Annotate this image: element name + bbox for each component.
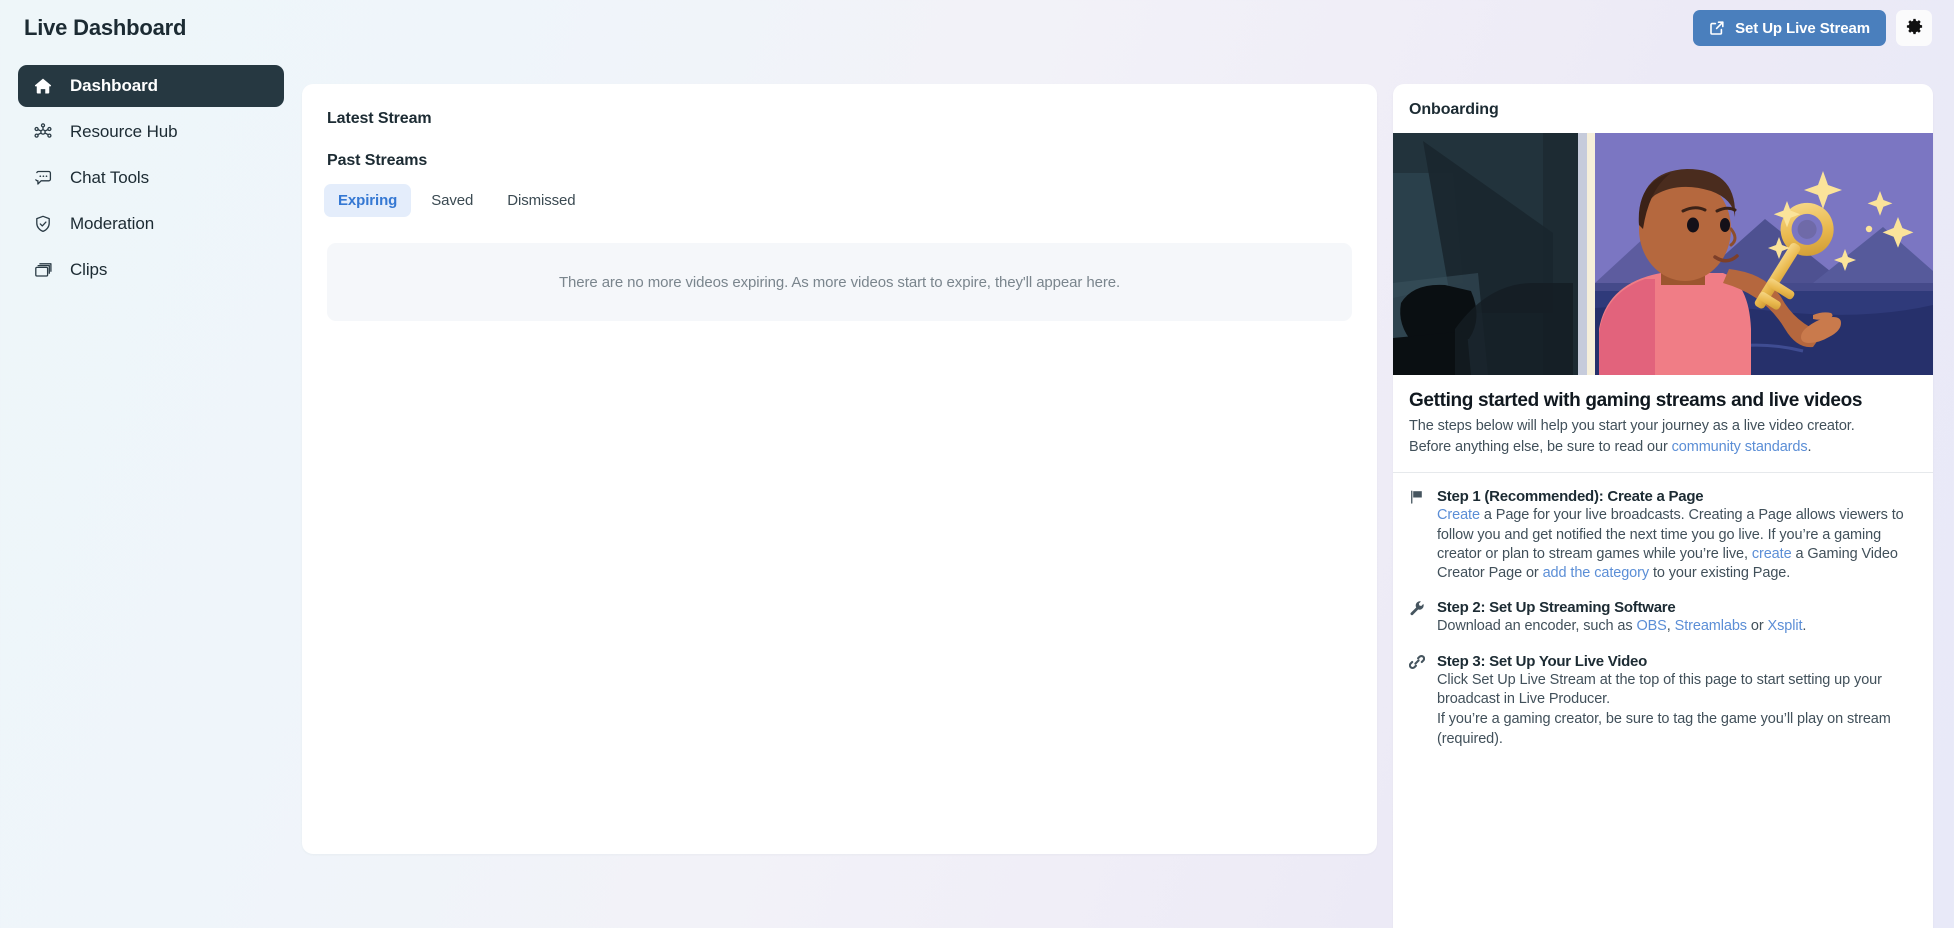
past-streams-heading: Past Streams (327, 152, 428, 169)
sidebar-item-label: Moderation (70, 214, 155, 233)
tab-dismissed[interactable]: Dismissed (493, 184, 589, 217)
tab-expiring[interactable]: Expiring (324, 184, 412, 217)
onboarding-panel-title: Onboarding (1409, 101, 1499, 118)
community-standards-link[interactable]: community standards (1672, 439, 1808, 455)
step-text: If you’re a gaming creator, be sure to t… (1437, 711, 1891, 747)
network-icon (32, 121, 54, 143)
sidebar-item-resource-hub[interactable]: Resource Hub (18, 111, 284, 153)
step-text-part: or (1746, 618, 1768, 635)
step-body: Step 1 (Recommended): Create a Page Crea… (1437, 488, 1917, 583)
page-title: Live Dashboard (24, 15, 187, 40)
home-icon (32, 75, 54, 97)
create-gaming-page-link[interactable]: create (1752, 546, 1792, 562)
wrench-icon (1407, 599, 1427, 636)
latest-stream-heading: Latest Stream (327, 110, 432, 127)
xsplit-link[interactable]: Xsplit (1768, 618, 1803, 634)
streamlabs-link[interactable]: Streamlabs (1675, 618, 1747, 634)
top-bar: Live Dashboard Set Up Live Stream (0, 0, 1954, 56)
gear-icon (1905, 17, 1924, 39)
onboarding-standards-line: Before anything else, be sure to read ou… (1409, 438, 1917, 457)
sidebar: Dashboard Resource Hub Chat Tools Modera… (0, 56, 302, 295)
set-up-live-stream-label: Set Up Live Stream (1735, 19, 1870, 37)
chat-icon (32, 167, 54, 189)
shield-check-icon (32, 213, 54, 235)
standards-prefix: Before anything else, be sure to read ou… (1409, 439, 1672, 456)
flag-icon (1407, 488, 1427, 583)
step-text: Click Set Up Live Stream at the top of t… (1437, 671, 1882, 707)
create-page-link[interactable]: Create (1437, 507, 1480, 523)
settings-button[interactable] (1896, 10, 1932, 46)
tab-saved[interactable]: Saved (417, 184, 487, 217)
onboarding-description: The steps below will help you start your… (1409, 417, 1855, 434)
standards-suffix: . (1807, 439, 1812, 456)
step-text-part: , (1666, 618, 1675, 635)
onboarding-steps: Step 1 (Recommended): Create a Page Crea… (1393, 473, 1933, 749)
obs-link[interactable]: OBS (1636, 618, 1666, 634)
empty-state-box: There are no more videos expiring. As mo… (327, 243, 1352, 321)
sidebar-item-label: Dashboard (70, 76, 158, 95)
link-icon (1407, 653, 1427, 749)
clips-icon (32, 259, 54, 281)
step-text-part: to your existing Page. (1649, 565, 1791, 582)
sidebar-item-chat-tools[interactable]: Chat Tools (18, 157, 284, 199)
step-title: Step 3: Set Up Your Live Video (1437, 652, 1648, 670)
sidebar-item-label: Clips (70, 260, 108, 279)
page-layout: Dashboard Resource Hub Chat Tools Modera… (0, 56, 1954, 928)
empty-state-message: There are no more videos expiring. As mo… (558, 273, 1121, 291)
sidebar-item-label: Resource Hub (70, 122, 178, 141)
external-link-icon (1709, 20, 1725, 36)
sidebar-item-clips[interactable]: Clips (18, 249, 284, 291)
step-text: Download an encoder, such as OBS, Stream… (1437, 617, 1917, 636)
onboarding-illustration (1393, 133, 1933, 375)
step-text-part: . (1802, 618, 1807, 635)
top-bar-actions: Set Up Live Stream (1693, 10, 1932, 46)
sidebar-item-moderation[interactable]: Moderation (18, 203, 284, 245)
onboarding-step: Step 2: Set Up Streaming Software Downlo… (1407, 599, 1917, 636)
add-category-link[interactable]: add the category (1543, 565, 1650, 581)
onboarding-step: Step 3: Set Up Your Live Video Click Set… (1407, 653, 1917, 749)
step-body: Step 3: Set Up Your Live Video Click Set… (1437, 653, 1917, 749)
sidebar-item-label: Chat Tools (70, 168, 150, 187)
step-text-part: Download an encoder, such as (1437, 618, 1637, 635)
step-title: Step 1 (Recommended): Create a Page (1437, 488, 1704, 506)
step-text: Create a Page for your live broadcasts. … (1437, 506, 1917, 583)
onboarding-intro: Getting started with gaming streams and … (1393, 375, 1933, 457)
main-content-card: Latest Stream Past Streams Expiring Save… (302, 84, 1377, 854)
step-body: Step 2: Set Up Streaming Software Downlo… (1437, 599, 1917, 636)
past-streams-tabs: Expiring Saved Dismissed (324, 184, 1355, 217)
set-up-live-stream-button[interactable]: Set Up Live Stream (1693, 10, 1886, 46)
onboarding-step: Step 1 (Recommended): Create a Page Crea… (1407, 488, 1917, 583)
onboarding-panel: Onboarding Getting started with gaming s… (1393, 84, 1933, 928)
onboarding-title: Getting started with gaming streams and … (1409, 390, 1863, 411)
step-title: Step 2: Set Up Streaming Software (1437, 599, 1676, 617)
sidebar-item-dashboard[interactable]: Dashboard (18, 65, 284, 107)
